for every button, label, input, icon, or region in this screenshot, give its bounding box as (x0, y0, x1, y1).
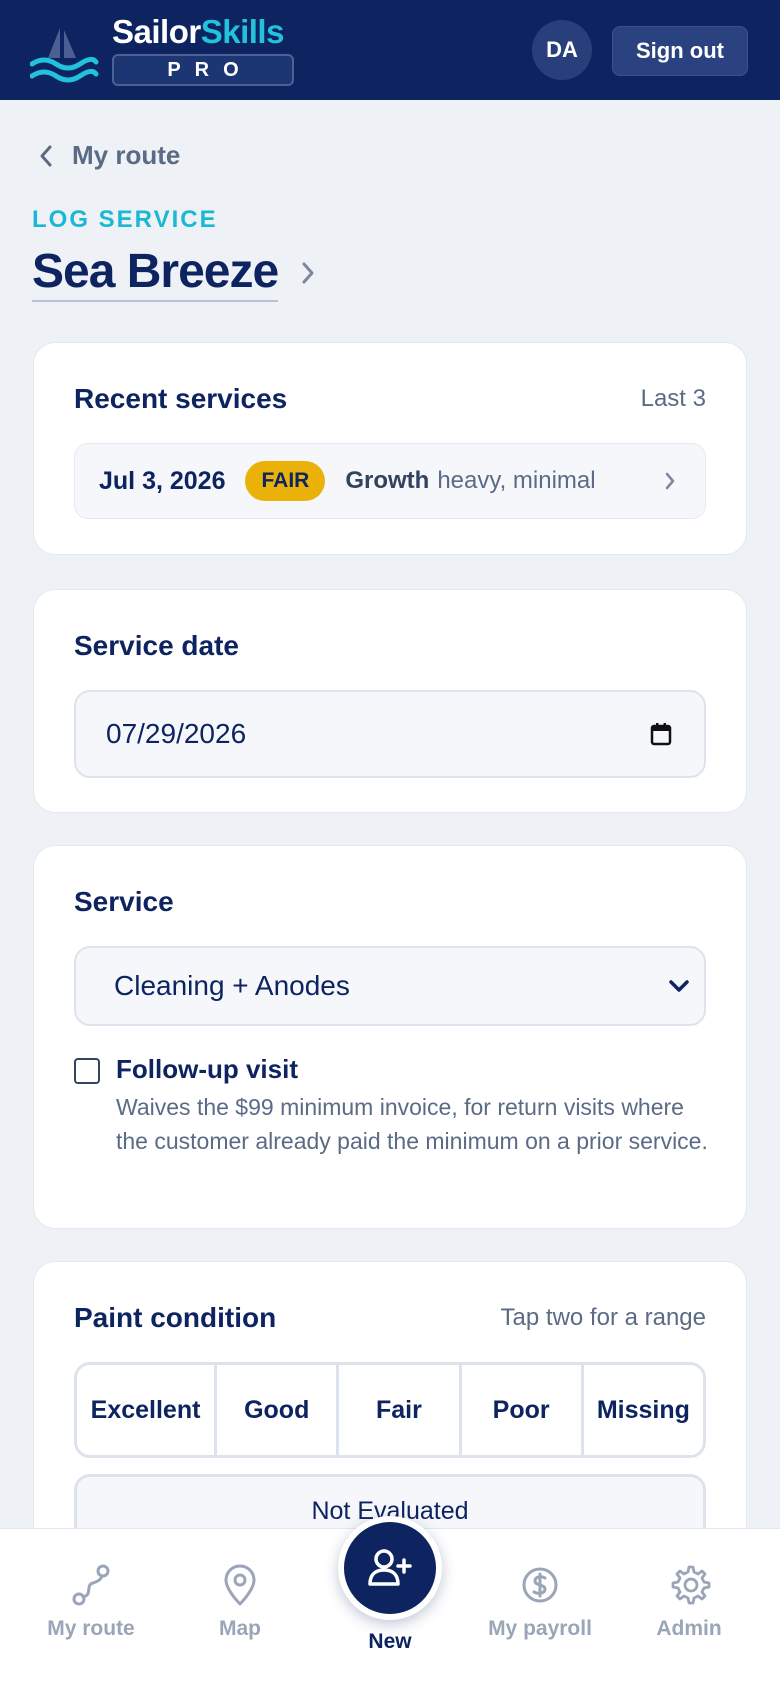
chevron-right-icon (302, 262, 314, 284)
app-header: SailorSkills PRO DA Sign out (0, 0, 780, 100)
back-link-label: My route (72, 140, 181, 170)
recent-service-row[interactable]: Jul 3, 2026 FAIR Growth heavy, minimal (74, 443, 706, 519)
boat-title-link[interactable]: Sea Breeze (32, 244, 316, 302)
chevron-down-icon (669, 980, 689, 992)
service-card: Service Cleaning + Anodes Follow-up visi… (33, 845, 747, 1229)
paint-condition-title: Paint condition (74, 1302, 277, 1333)
dollar-circle-icon (522, 1567, 558, 1603)
map-pin-icon (224, 1564, 256, 1606)
brand-name-part2: Skills (200, 13, 285, 50)
service-select[interactable]: Cleaning + Anodes (74, 946, 706, 1026)
nav-my-payroll[interactable]: My payroll (465, 1563, 615, 1641)
chevron-left-icon (40, 145, 52, 166)
back-link[interactable]: My route (38, 140, 180, 171)
service-select-value: Cleaning + Anodes (114, 970, 350, 1001)
paint-condition-hint: Tap two for a range (500, 1304, 706, 1331)
boat-name: Sea Breeze (32, 244, 279, 302)
paint-option-fair[interactable]: Fair (339, 1365, 462, 1455)
recent-services-hint: Last 3 (640, 385, 706, 412)
paint-condition-selector: Excellent Good Fair Poor Missing (74, 1362, 706, 1458)
recent-service-date: Jul 3, 2026 (99, 466, 226, 495)
user-avatar[interactable]: DA (532, 20, 592, 80)
calendar-icon[interactable] (650, 722, 672, 746)
brand-logo: SailorSkills PRO (112, 12, 294, 86)
recent-services-title: Recent services (74, 383, 288, 414)
sailboat-logo-icon (30, 28, 99, 83)
recent-services-card: Recent services Last 3 Jul 3, 2026 FAIR … (33, 342, 747, 555)
sign-out-button[interactable]: Sign out (612, 26, 748, 76)
new-button[interactable] (338, 1516, 442, 1620)
condition-badge: FAIR (245, 461, 326, 501)
nav-my-route-label: My route (47, 1617, 135, 1640)
service-date-title: Service date (74, 630, 239, 661)
brand-name-part1: Sailor (112, 13, 201, 50)
paint-option-good[interactable]: Good (217, 1365, 340, 1455)
followup-description: Waives the $99 minimum invoice, for retu… (116, 1094, 708, 1154)
nav-map-label: Map (219, 1617, 261, 1640)
service-title: Service (74, 886, 174, 917)
nav-my-payroll-label: My payroll (488, 1617, 592, 1640)
service-date-input[interactable]: 07/29/2026 (74, 690, 706, 778)
growth-label: Growth (345, 467, 430, 494)
add-user-icon (368, 1549, 412, 1586)
nav-admin-label: Admin (656, 1617, 722, 1640)
nav-map[interactable]: Map (165, 1563, 315, 1641)
nav-new-label: New (368, 1630, 412, 1653)
service-date-card: Service date 07/29/2026 (33, 589, 747, 813)
page-kicker: LOG SERVICE (32, 206, 218, 233)
growth-value: heavy, minimal (437, 467, 596, 494)
service-date-value: 07/29/2026 (106, 718, 247, 749)
gear-icon (671, 1565, 711, 1605)
nav-admin[interactable]: Admin (614, 1563, 764, 1641)
paint-option-poor[interactable]: Poor (462, 1365, 584, 1455)
followup-checkbox[interactable] (74, 1058, 100, 1084)
followup-label[interactable]: Follow-up visit (116, 1054, 298, 1085)
paint-option-missing[interactable]: Missing (584, 1365, 703, 1455)
paint-option-excellent[interactable]: Excellent (77, 1365, 218, 1455)
pro-badge: PRO (112, 54, 294, 86)
chevron-right-icon (665, 472, 675, 490)
route-icon (72, 1564, 110, 1606)
nav-my-route[interactable]: My route (16, 1563, 166, 1641)
